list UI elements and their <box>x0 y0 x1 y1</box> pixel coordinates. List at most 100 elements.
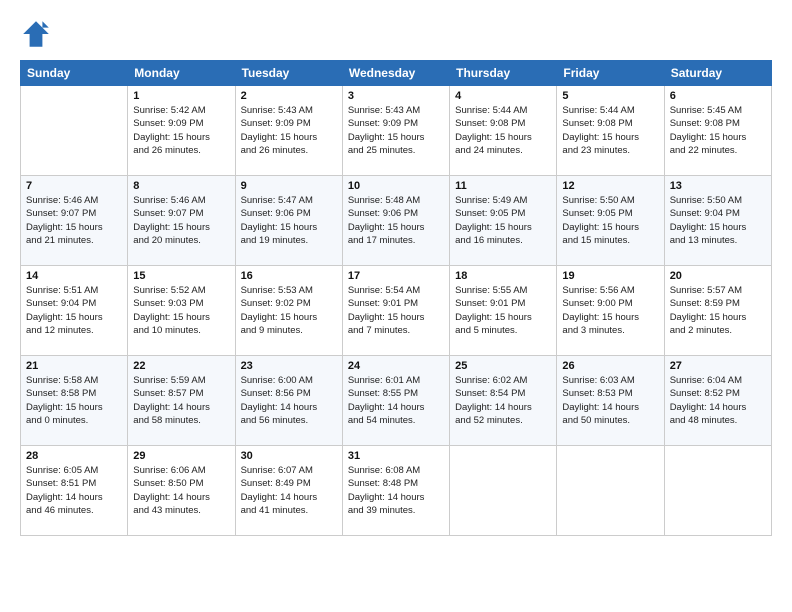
day-cell: 19 Sunrise: 5:56 AM Sunset: 9:00 PM Dayli… <box>557 266 664 356</box>
day-number: 24 <box>348 360 444 372</box>
logo-icon <box>20 18 52 50</box>
day-number: 26 <box>562 360 658 372</box>
weekday-header-row: SundayMondayTuesdayWednesdayThursdayFrid… <box>21 61 772 86</box>
day-number: 12 <box>562 180 658 192</box>
day-cell: 18 Sunrise: 5:55 AM Sunset: 9:01 PM Dayli… <box>450 266 557 356</box>
day-cell: 30 Sunrise: 6:07 AM Sunset: 8:49 PM Dayli… <box>235 446 342 536</box>
day-number: 19 <box>562 270 658 282</box>
weekday-header-wednesday: Wednesday <box>342 61 449 86</box>
day-info: Sunrise: 5:49 AM Sunset: 9:05 PM Dayligh… <box>455 194 551 247</box>
day-cell: 29Sunrise: 6:06 AM Sunset: 8:50 PM Dayli… <box>128 446 235 536</box>
day-info: Sunrise: 5:47 AM Sunset: 9:06 PM Dayligh… <box>241 194 337 247</box>
day-number: 28 <box>26 450 122 462</box>
day-cell: 20Sunrise: 5:57 AM Sunset: 8:59 PM Dayli… <box>664 266 771 356</box>
day-cell: 9 Sunrise: 5:47 AM Sunset: 9:06 PM Daylig… <box>235 176 342 266</box>
day-info: Sunrise: 5:53 AM Sunset: 9:02 PM Dayligh… <box>241 284 337 337</box>
day-number: 3 <box>348 90 444 102</box>
day-number: 10 <box>348 180 444 192</box>
day-number: 17 <box>348 270 444 282</box>
day-number: 29 <box>133 450 229 462</box>
week-row-4: 21 Sunrise: 5:58 AM Sunset: 8:58 PM Dayli… <box>21 356 772 446</box>
weekday-header-monday: Monday <box>128 61 235 86</box>
day-number: 25 <box>455 360 551 372</box>
day-info: Sunrise: 6:00 AM Sunset: 8:56 PM Dayligh… <box>241 374 337 427</box>
day-info: Sunrise: 5:58 AM Sunset: 8:58 PM Dayligh… <box>26 374 122 427</box>
day-number: 31 <box>348 450 444 462</box>
day-cell <box>21 86 128 176</box>
day-cell: 3 Sunrise: 5:43 AM Sunset: 9:09 PM Daylig… <box>342 86 449 176</box>
calendar: SundayMondayTuesdayWednesdayThursdayFrid… <box>20 60 772 536</box>
day-info: Sunrise: 5:45 AM Sunset: 9:08 PM Dayligh… <box>670 104 766 157</box>
day-cell: 15 Sunrise: 5:52 AM Sunset: 9:03 PM Dayli… <box>128 266 235 356</box>
day-cell <box>450 446 557 536</box>
day-cell: 2 Sunrise: 5:43 AM Sunset: 9:09 PM Daylig… <box>235 86 342 176</box>
day-cell: 23 Sunrise: 6:00 AM Sunset: 8:56 PM Dayli… <box>235 356 342 446</box>
weekday-header-sunday: Sunday <box>21 61 128 86</box>
day-info: Sunrise: 5:55 AM Sunset: 9:01 PM Dayligh… <box>455 284 551 337</box>
day-cell: 24 Sunrise: 6:01 AM Sunset: 8:55 PM Dayli… <box>342 356 449 446</box>
day-number: 27 <box>670 360 766 372</box>
day-info: Sunrise: 5:44 AM Sunset: 9:08 PM Dayligh… <box>455 104 551 157</box>
weekday-header-friday: Friday <box>557 61 664 86</box>
day-info: Sunrise: 5:54 AM Sunset: 9:01 PM Dayligh… <box>348 284 444 337</box>
week-row-1: 1 Sunrise: 5:42 AM Sunset: 9:09 PM Daylig… <box>21 86 772 176</box>
day-number: 6 <box>670 90 766 102</box>
day-number: 13 <box>670 180 766 192</box>
day-cell: 21 Sunrise: 5:58 AM Sunset: 8:58 PM Dayli… <box>21 356 128 446</box>
week-row-2: 7 Sunrise: 5:46 AM Sunset: 9:07 PM Daylig… <box>21 176 772 266</box>
day-cell: 4 Sunrise: 5:44 AM Sunset: 9:08 PM Daylig… <box>450 86 557 176</box>
day-number: 21 <box>26 360 122 372</box>
day-number: 2 <box>241 90 337 102</box>
day-number: 23 <box>241 360 337 372</box>
day-cell: 27Sunrise: 6:04 AM Sunset: 8:52 PM Dayli… <box>664 356 771 446</box>
day-info: Sunrise: 5:43 AM Sunset: 9:09 PM Dayligh… <box>241 104 337 157</box>
day-number: 11 <box>455 180 551 192</box>
day-cell <box>557 446 664 536</box>
day-info: Sunrise: 6:05 AM Sunset: 8:51 PM Dayligh… <box>26 464 122 517</box>
day-cell: 13 Sunrise: 5:50 AM Sunset: 9:04 PM Dayli… <box>664 176 771 266</box>
day-cell: 10 Sunrise: 5:48 AM Sunset: 9:06 PM Dayli… <box>342 176 449 266</box>
day-number: 20 <box>670 270 766 282</box>
day-number: 7 <box>26 180 122 192</box>
day-cell: 25 Sunrise: 6:02 AM Sunset: 8:54 PM Dayli… <box>450 356 557 446</box>
week-row-5: 28 Sunrise: 6:05 AM Sunset: 8:51 PM Dayli… <box>21 446 772 536</box>
weekday-header-thursday: Thursday <box>450 61 557 86</box>
day-number: 15 <box>133 270 229 282</box>
day-info: Sunrise: 5:59 AM Sunset: 8:57 PM Dayligh… <box>133 374 229 427</box>
day-info: Sunrise: 5:42 AM Sunset: 9:09 PM Dayligh… <box>133 104 229 157</box>
weekday-header-saturday: Saturday <box>664 61 771 86</box>
day-cell: 16Sunrise: 5:53 AM Sunset: 9:02 PM Dayli… <box>235 266 342 356</box>
day-info: Sunrise: 6:08 AM Sunset: 8:48 PM Dayligh… <box>348 464 444 517</box>
day-info: Sunrise: 5:56 AM Sunset: 9:00 PM Dayligh… <box>562 284 658 337</box>
day-cell: 12 Sunrise: 5:50 AM Sunset: 9:05 PM Dayli… <box>557 176 664 266</box>
week-row-3: 14Sunrise: 5:51 AM Sunset: 9:04 PM Dayli… <box>21 266 772 356</box>
day-cell: 31 Sunrise: 6:08 AM Sunset: 8:48 PM Dayli… <box>342 446 449 536</box>
day-cell: 17 Sunrise: 5:54 AM Sunset: 9:01 PM Dayli… <box>342 266 449 356</box>
day-cell: 14Sunrise: 5:51 AM Sunset: 9:04 PM Dayli… <box>21 266 128 356</box>
logo <box>20 18 56 50</box>
day-info: Sunrise: 6:07 AM Sunset: 8:49 PM Dayligh… <box>241 464 337 517</box>
day-info: Sunrise: 5:48 AM Sunset: 9:06 PM Dayligh… <box>348 194 444 247</box>
day-number: 14 <box>26 270 122 282</box>
day-number: 9 <box>241 180 337 192</box>
day-number: 1 <box>133 90 229 102</box>
day-info: Sunrise: 6:01 AM Sunset: 8:55 PM Dayligh… <box>348 374 444 427</box>
day-number: 18 <box>455 270 551 282</box>
day-cell: 11 Sunrise: 5:49 AM Sunset: 9:05 PM Dayli… <box>450 176 557 266</box>
header <box>20 18 772 50</box>
weekday-header-tuesday: Tuesday <box>235 61 342 86</box>
day-info: Sunrise: 5:46 AM Sunset: 9:07 PM Dayligh… <box>133 194 229 247</box>
day-info: Sunrise: 6:02 AM Sunset: 8:54 PM Dayligh… <box>455 374 551 427</box>
day-number: 22 <box>133 360 229 372</box>
day-cell: 22 Sunrise: 5:59 AM Sunset: 8:57 PM Dayli… <box>128 356 235 446</box>
day-number: 5 <box>562 90 658 102</box>
day-info: Sunrise: 5:52 AM Sunset: 9:03 PM Dayligh… <box>133 284 229 337</box>
day-info: Sunrise: 5:43 AM Sunset: 9:09 PM Dayligh… <box>348 104 444 157</box>
day-cell: 5Sunrise: 5:44 AM Sunset: 9:08 PM Daylig… <box>557 86 664 176</box>
day-info: Sunrise: 5:50 AM Sunset: 9:04 PM Dayligh… <box>670 194 766 247</box>
day-info: Sunrise: 5:50 AM Sunset: 9:05 PM Dayligh… <box>562 194 658 247</box>
day-number: 8 <box>133 180 229 192</box>
day-number: 30 <box>241 450 337 462</box>
day-number: 4 <box>455 90 551 102</box>
day-info: Sunrise: 5:46 AM Sunset: 9:07 PM Dayligh… <box>26 194 122 247</box>
